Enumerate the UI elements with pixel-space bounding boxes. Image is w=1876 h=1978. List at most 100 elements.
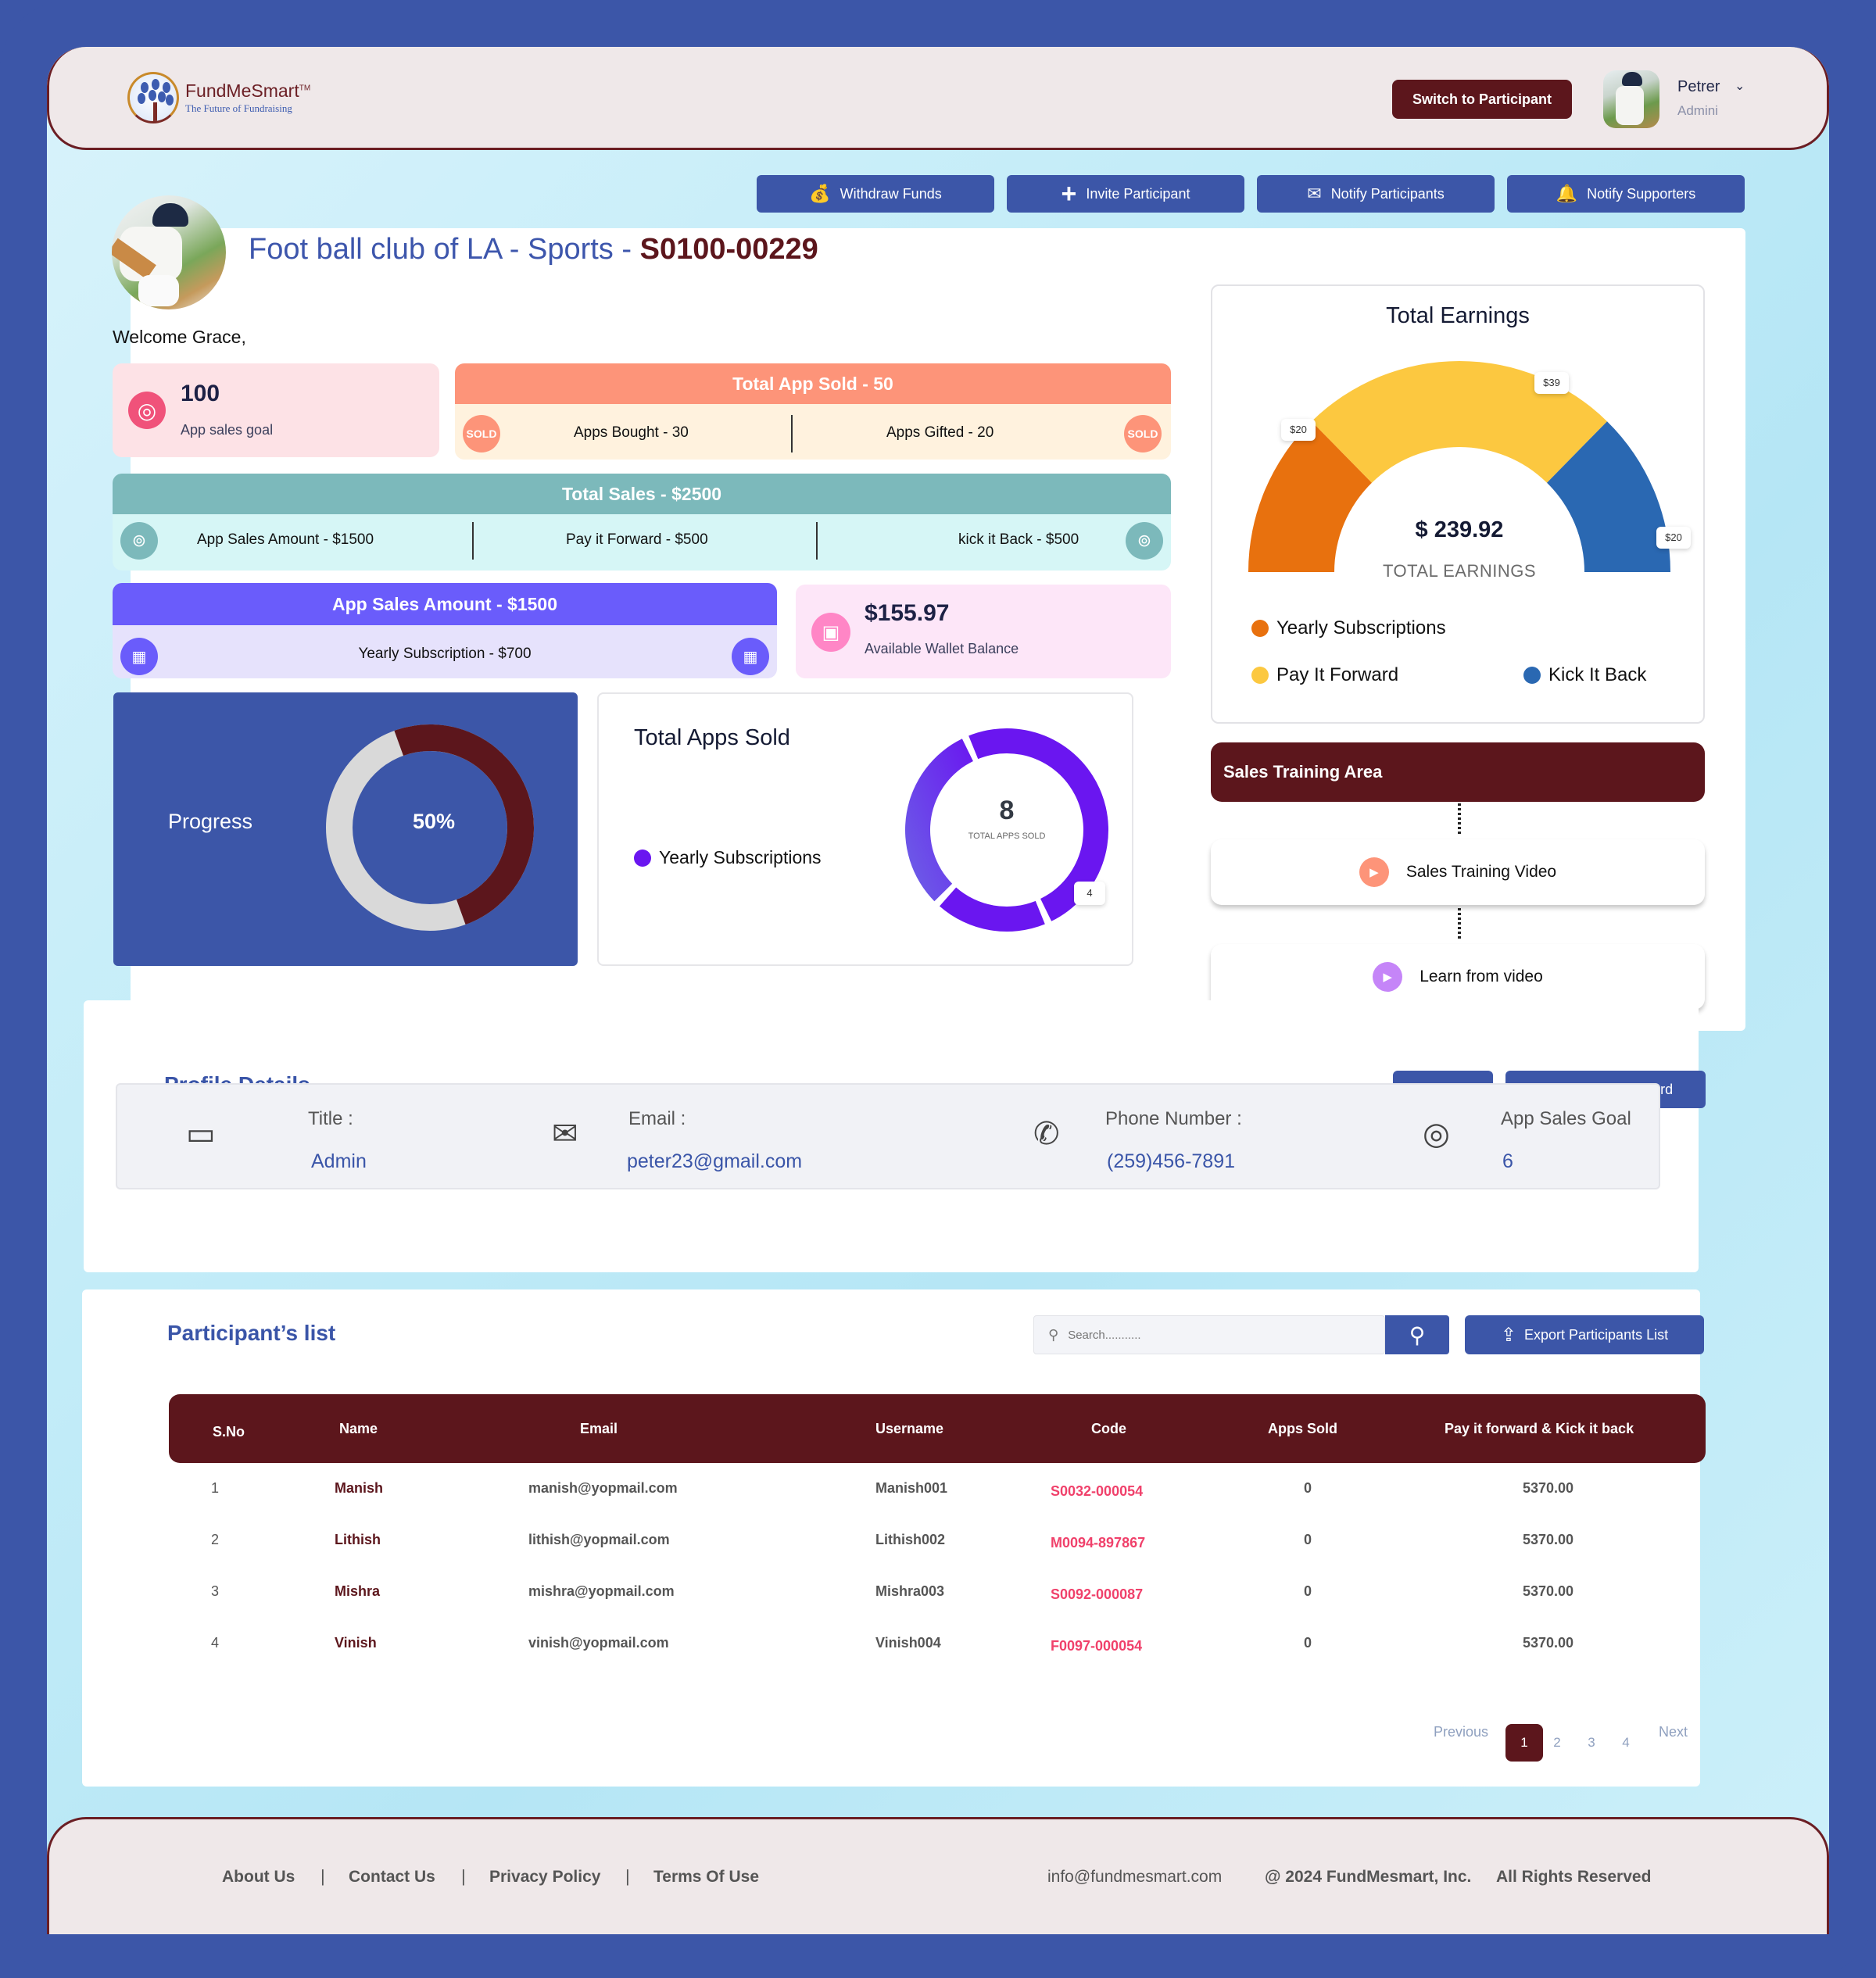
user-avatar[interactable] xyxy=(1603,70,1659,128)
apps-sold-segment[interactable] xyxy=(939,887,1045,932)
legend-dot xyxy=(1251,667,1269,684)
cell-code[interactable]: S0032-000054 xyxy=(1051,1483,1143,1500)
wallet-icon: ▣ xyxy=(811,613,850,652)
pay-it-forward-amount: Pay it Forward - $500 xyxy=(566,531,708,548)
apps-sold-center-label: TOTAL APPS SOLD xyxy=(968,832,1046,841)
page-4[interactable]: 4 xyxy=(1607,1724,1645,1762)
page-2[interactable]: 2 xyxy=(1538,1724,1576,1762)
mail-icon: ✉ xyxy=(552,1117,578,1151)
footer-about-us[interactable]: About Us xyxy=(222,1868,295,1887)
notify-participants-label: Notify Participants xyxy=(1330,185,1445,202)
cell-name[interactable]: Vinish xyxy=(335,1635,377,1651)
column-username[interactable]: Username xyxy=(875,1421,943,1437)
table-row[interactable]: 1 Manish manish@yopmail.com Manish001 S0032-… xyxy=(169,1480,1706,1527)
title-value: Admin xyxy=(311,1150,367,1172)
data-label-pay-forward: $39 xyxy=(1534,372,1569,394)
user-role: Admini xyxy=(1677,103,1718,118)
search-button[interactable]: ⚲ xyxy=(1385,1315,1449,1354)
cell-pay: 5370.00 xyxy=(1523,1480,1574,1496)
withdraw-funds-label: Withdraw Funds xyxy=(840,185,942,202)
legend-label: Yearly Subscriptions xyxy=(659,847,822,867)
logo[interactable]: FundMeSmartTM The Future of Fundraising xyxy=(127,72,310,123)
video-label: Sales Training Video xyxy=(1405,863,1557,881)
phone-icon: ✆ xyxy=(1033,1117,1060,1151)
footer-rights: All Rights Reserved xyxy=(1496,1868,1652,1886)
app-sales-amount-card: App Sales Amount - $1500 ▦ Yearly Subscr… xyxy=(113,583,777,678)
cell-name[interactable]: Mishra xyxy=(335,1583,380,1600)
invite-participant-label: Invite Participant xyxy=(1086,185,1190,202)
pagination-previous[interactable]: Previous xyxy=(1434,1724,1488,1740)
plus-icon: + xyxy=(1061,179,1077,209)
footer-email[interactable]: info@fundmesmart.com xyxy=(1047,1868,1222,1887)
cell-username: Mishra003 xyxy=(875,1583,945,1599)
total-sales-card: Total Sales - $2500 ⊚ App Sales Amount -… xyxy=(113,474,1171,571)
pagination-next[interactable]: Next xyxy=(1659,1724,1688,1740)
column-code[interactable]: Code xyxy=(1091,1421,1126,1437)
target-icon: ◎ xyxy=(128,392,166,429)
cell-name[interactable]: Manish xyxy=(335,1480,383,1497)
column-sno[interactable]: S.No xyxy=(213,1424,245,1440)
table-row[interactable]: 3 Mishra mishra@yopmail.com Mishra003 S0092-… xyxy=(169,1583,1706,1630)
divider xyxy=(816,522,818,560)
withdraw-funds-button[interactable]: 💰 Withdraw Funds xyxy=(757,175,994,213)
search-input[interactable] xyxy=(1068,1328,1342,1342)
user-name[interactable]: Petrer xyxy=(1677,78,1720,96)
page-3[interactable]: 3 xyxy=(1573,1724,1610,1762)
sold-sign-icon: SOLD xyxy=(463,415,500,452)
progress-label: Progress xyxy=(168,810,253,833)
tree-logo-icon xyxy=(127,72,179,123)
footer-privacy-policy[interactable]: Privacy Policy xyxy=(489,1868,600,1887)
cell-apps-sold: 0 xyxy=(1304,1480,1312,1496)
cell-code[interactable]: M0094-897867 xyxy=(1051,1535,1145,1551)
column-pay-kick[interactable]: Pay it forward & Kick it back xyxy=(1445,1421,1634,1437)
total-earnings-card: Total Earnings $ 239.92 TOTAL EARNINGS $… xyxy=(1211,284,1705,724)
apps-sold-segment[interactable] xyxy=(905,739,973,902)
apps-bought: Apps Bought - 30 xyxy=(574,424,689,441)
cell-email: lithish@yopmail.com xyxy=(528,1532,670,1547)
table-row[interactable]: 4 Vinish vinish@yopmail.com Vinish004 F0097-… xyxy=(169,1635,1706,1682)
data-label-yearly: $20 xyxy=(1281,419,1316,441)
profile-fields: ▭ Title : Admin ✉ Email : peter23@gmail.… xyxy=(116,1083,1660,1189)
cell-name[interactable]: Lithish xyxy=(335,1532,381,1548)
footer-separator: | xyxy=(461,1866,466,1886)
chevron-down-icon[interactable]: ⌄ xyxy=(1735,78,1745,94)
invite-participant-button[interactable]: + Invite Participant xyxy=(1007,175,1244,213)
switch-to-participant-button[interactable]: Switch to Participant xyxy=(1392,80,1572,119)
footer-terms-of-use[interactable]: Terms Of Use xyxy=(653,1868,759,1887)
footer-separator: | xyxy=(625,1866,630,1886)
export-participants-button[interactable]: ⇪ Export Participants List xyxy=(1465,1315,1704,1354)
column-email[interactable]: Email xyxy=(580,1421,618,1437)
legend-label: Kick It Back xyxy=(1548,664,1647,685)
cell-code[interactable]: S0092-000087 xyxy=(1051,1586,1143,1603)
apps-sold-donut xyxy=(905,728,1108,932)
team-name: Foot ball club of LA - xyxy=(249,233,528,266)
earnings-label: TOTAL EARNINGS xyxy=(1382,561,1537,581)
connector-line xyxy=(1458,908,1461,939)
table-row[interactable]: 2 Lithish lithish@yopmail.com Lithish002 M00… xyxy=(169,1532,1706,1579)
page-1[interactable]: 1 xyxy=(1505,1724,1543,1762)
notify-supporters-label: Notify Supporters xyxy=(1587,185,1696,202)
cell-pay: 5370.00 xyxy=(1523,1635,1574,1651)
legend-pay-it-forward: Pay It Forward xyxy=(1251,664,1398,686)
sales-training-video-link[interactable]: ▶ Sales Training Video xyxy=(1211,839,1705,905)
column-apps-sold[interactable]: Apps Sold xyxy=(1268,1421,1337,1437)
top-navbar: FundMeSmartTM The Future of Fundraising … xyxy=(47,47,1829,150)
notify-participants-button[interactable]: ✉ Notify Participants xyxy=(1257,175,1495,213)
cell-code[interactable]: F0097-000054 xyxy=(1051,1638,1142,1654)
legend-kick-it-back: Kick It Back xyxy=(1523,664,1646,686)
total-apps-sold-card: Total Apps Sold Yearly Subscriptions 8 T… xyxy=(597,692,1133,966)
sales-document-icon: ⊚ xyxy=(120,522,158,560)
cell-apps-sold: 0 xyxy=(1304,1532,1312,1547)
team-category: Sports - xyxy=(527,233,640,266)
search-icon: ⚲ xyxy=(1409,1322,1426,1347)
connector-line xyxy=(1458,803,1461,835)
legend-label: Pay It Forward xyxy=(1276,664,1399,685)
app-sales-amount-header: App Sales Amount - $1500 xyxy=(113,583,777,625)
wallet-balance-card: ▣ $155.97 Available Wallet Balance xyxy=(796,585,1171,678)
cell-sno: 2 xyxy=(211,1532,220,1547)
apps-sold-legend: Yearly Subscriptions xyxy=(634,847,822,868)
notify-supporters-button[interactable]: 🔔 Notify Supporters xyxy=(1507,175,1745,213)
column-name[interactable]: Name xyxy=(339,1421,378,1437)
cell-pay: 5370.00 xyxy=(1523,1532,1574,1547)
footer-contact-us[interactable]: Contact Us xyxy=(349,1868,435,1887)
